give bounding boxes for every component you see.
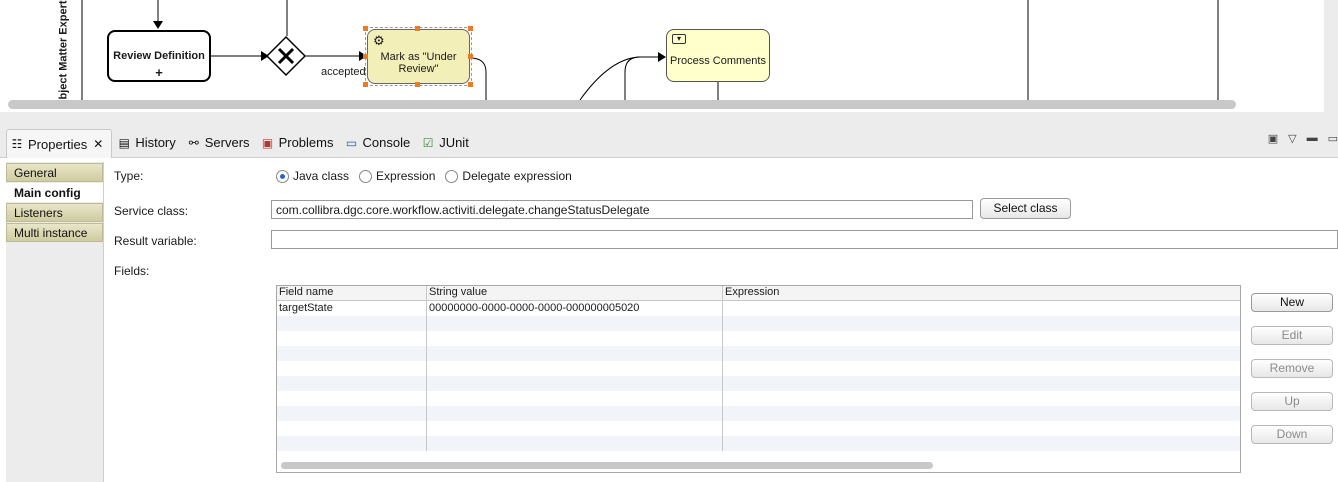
tab-history[interactable]: ▤ History bbox=[116, 131, 181, 155]
tab-junit[interactable]: ☑ JUnit bbox=[420, 131, 475, 155]
column-header-string-value[interactable]: String value bbox=[427, 286, 723, 300]
table-row bbox=[277, 346, 1240, 361]
remove-button[interactable]: Remove bbox=[1251, 359, 1333, 378]
resize-handle[interactable] bbox=[468, 82, 473, 87]
nav-item-multi-instance[interactable]: Multi instance bbox=[6, 223, 103, 242]
nav-item-general[interactable]: General bbox=[6, 163, 103, 182]
close-icon[interactable]: ✕ bbox=[93, 137, 103, 151]
canvas-horizontal-scrollbar[interactable] bbox=[8, 100, 1236, 109]
task-process-comments[interactable]: ▾ Process Comments bbox=[666, 29, 770, 82]
swimlane-label: bject Matter Expert bbox=[58, 0, 70, 100]
properties-icon: ☷ bbox=[11, 137, 23, 151]
table-row bbox=[277, 316, 1240, 331]
type-label: Type: bbox=[114, 169, 144, 183]
radio-expression[interactable]: Expression bbox=[359, 169, 435, 183]
gear-icon: ⚙ bbox=[373, 33, 385, 48]
resize-handle[interactable] bbox=[363, 54, 368, 59]
table-horizontal-scrollbar[interactable] bbox=[281, 462, 933, 469]
task-review-definition[interactable]: Review Definition + bbox=[107, 30, 211, 82]
history-icon: ▤ bbox=[118, 135, 130, 150]
table-header: Field name String value Expression bbox=[277, 286, 1240, 301]
cell-string-value: 00000000-0000-0000-0000-000000005020 bbox=[427, 301, 723, 316]
table-row[interactable]: targetState 00000000-0000-0000-0000-0000… bbox=[277, 301, 1240, 316]
radio-java-class[interactable]: Java class bbox=[276, 169, 349, 183]
view-actions: ▣ ▽ ▬ ▭ bbox=[1268, 132, 1338, 145]
nav-item-main-config[interactable]: Main config bbox=[6, 183, 103, 202]
resize-handle[interactable] bbox=[415, 26, 420, 31]
nav-item-listeners[interactable]: Listeners bbox=[6, 203, 103, 222]
table-row bbox=[277, 376, 1240, 391]
canvas-edge bbox=[1324, 0, 1338, 112]
fields-table[interactable]: Field name String value Expression targe… bbox=[276, 285, 1241, 473]
down-button[interactable]: Down bbox=[1251, 425, 1333, 444]
radio-unselected-icon bbox=[359, 169, 373, 183]
properties-nav: General Main config Listeners Multi inst… bbox=[6, 162, 104, 482]
table-row bbox=[277, 391, 1240, 406]
flow-label-accepted: accepted bbox=[321, 66, 366, 78]
cell-field-name: targetState bbox=[277, 301, 427, 316]
tab-properties[interactable]: ☷ Properties ✕ bbox=[6, 129, 113, 158]
radio-unselected-icon bbox=[445, 169, 459, 183]
junit-icon: ☑ bbox=[422, 135, 434, 150]
servers-icon: ⚯ bbox=[188, 135, 199, 150]
resize-handle[interactable] bbox=[468, 54, 473, 59]
task-mark-under-review-label: Mark as "Under Review" bbox=[380, 50, 457, 75]
resize-handle[interactable] bbox=[363, 26, 368, 31]
envelope-icon: ▾ bbox=[672, 34, 686, 44]
problems-icon: ▣ bbox=[261, 135, 274, 150]
type-radio-group: Java class Expression Delegate expressio… bbox=[276, 169, 582, 183]
table-row bbox=[277, 421, 1240, 436]
resize-handle[interactable] bbox=[363, 82, 368, 87]
tab-servers[interactable]: ⚯ Servers bbox=[186, 131, 256, 155]
tab-console[interactable]: ▭ Console bbox=[343, 131, 416, 155]
task-process-comments-label: Process Comments bbox=[670, 54, 766, 67]
select-class-button[interactable]: Select class bbox=[980, 198, 1071, 219]
minimize-icon[interactable]: ▬ bbox=[1307, 132, 1318, 145]
table-row bbox=[277, 331, 1240, 346]
column-header-expression[interactable]: Expression bbox=[723, 286, 1240, 300]
properties-panel: General Main config Listeners Multi inst… bbox=[0, 158, 1338, 482]
subprocess-marker-icon: + bbox=[155, 65, 163, 80]
view-tab-bar: ☷ Properties ✕ ▤ History ⚯ Servers ▣ Pro… bbox=[0, 128, 1338, 158]
radio-delegate-expression[interactable]: Delegate expression bbox=[445, 169, 572, 183]
maximize-icon[interactable]: ▭ bbox=[1328, 132, 1338, 145]
up-button[interactable]: Up bbox=[1251, 392, 1333, 411]
tab-problems[interactable]: ▣ Problems bbox=[260, 131, 340, 155]
resize-handle[interactable] bbox=[415, 82, 420, 87]
new-button[interactable]: New bbox=[1251, 293, 1333, 312]
service-class-label: Service class: bbox=[114, 204, 189, 218]
result-variable-label: Result variable: bbox=[114, 234, 197, 248]
view-menu-icon[interactable]: ▽ bbox=[1288, 132, 1296, 145]
result-variable-input[interactable] bbox=[271, 230, 1338, 249]
cell-expression bbox=[723, 301, 1240, 316]
table-row bbox=[277, 406, 1240, 421]
resize-handle[interactable] bbox=[468, 26, 473, 31]
new-window-icon[interactable]: ▣ bbox=[1268, 132, 1278, 145]
table-row bbox=[277, 361, 1240, 376]
fields-label: Fields: bbox=[114, 264, 150, 278]
bpmn-diagram-canvas[interactable]: bject Matter Expert Review Definition + … bbox=[0, 0, 1324, 112]
console-icon: ▭ bbox=[345, 135, 358, 150]
service-class-input[interactable]: com.collibra.dgc.core.workflow.activiti.… bbox=[271, 200, 973, 219]
task-review-definition-label: Review Definition bbox=[113, 50, 205, 62]
table-row bbox=[277, 436, 1240, 451]
table-body: targetState 00000000-0000-0000-0000-0000… bbox=[277, 301, 1240, 451]
edit-button[interactable]: Edit bbox=[1251, 326, 1333, 345]
radio-selected-icon bbox=[276, 169, 289, 183]
task-mark-under-review[interactable]: ⚙ Mark as "Under Review" bbox=[367, 29, 470, 84]
column-header-field-name[interactable]: Field name bbox=[277, 286, 427, 300]
